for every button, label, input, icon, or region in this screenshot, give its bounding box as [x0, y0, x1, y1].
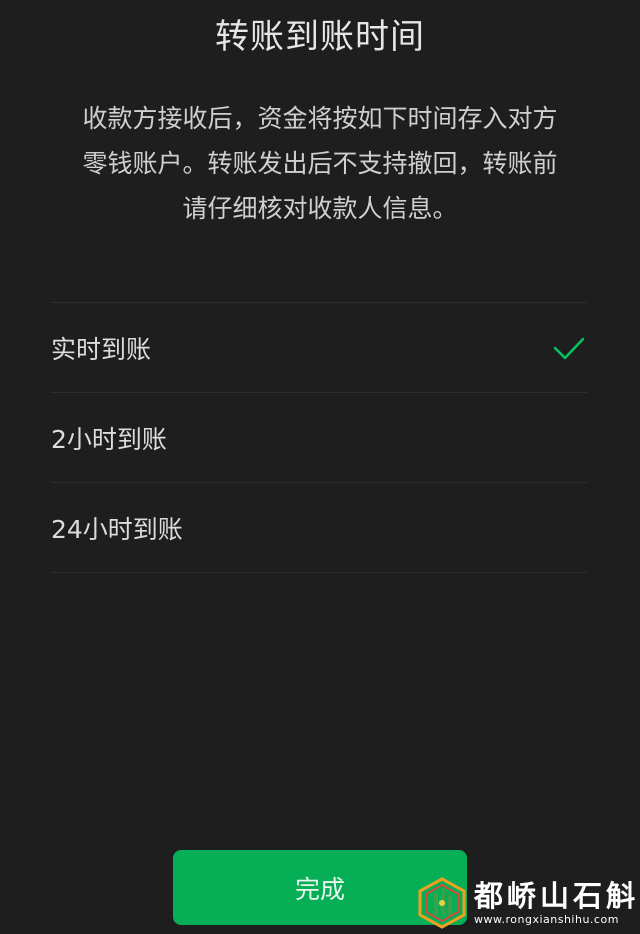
page-title: 转账到账时间 [215, 17, 425, 57]
option-label: 24小时到账 [51, 514, 183, 544]
option-24-hours[interactable]: 24小时到账 [51, 482, 588, 573]
done-button-label: 完成 [294, 874, 345, 904]
watermark: 都峤山石斛 www.rongxianshihu.com [416, 873, 640, 931]
option-2-hours[interactable]: 2小时到账 [51, 392, 588, 482]
arrival-time-options: 实时到账 2小时到账 24小时到账 [51, 302, 588, 573]
description-line-2: 零钱账户。转账发出后不支持撤回，转账前 [82, 149, 558, 178]
description-line-1: 收款方接收后，资金将按如下时间存入对方 [82, 104, 558, 133]
option-label: 2小时到账 [51, 424, 167, 454]
watermark-text: 都峤山石斛 [474, 879, 640, 913]
watermark-logo-icon [416, 877, 468, 929]
description-line-3: 请仔细核对收款人信息。 [182, 194, 458, 223]
watermark-url: www.rongxianshihu.com [474, 913, 619, 926]
option-realtime[interactable]: 实时到账 [51, 302, 588, 392]
transfer-description: 收款方接收后，资金将按如下时间存入对方 零钱账户。转账发出后不支持撤回，转账前 … [48, 96, 592, 231]
option-label: 实时到账 [51, 334, 152, 364]
checkmark-icon [552, 331, 586, 365]
